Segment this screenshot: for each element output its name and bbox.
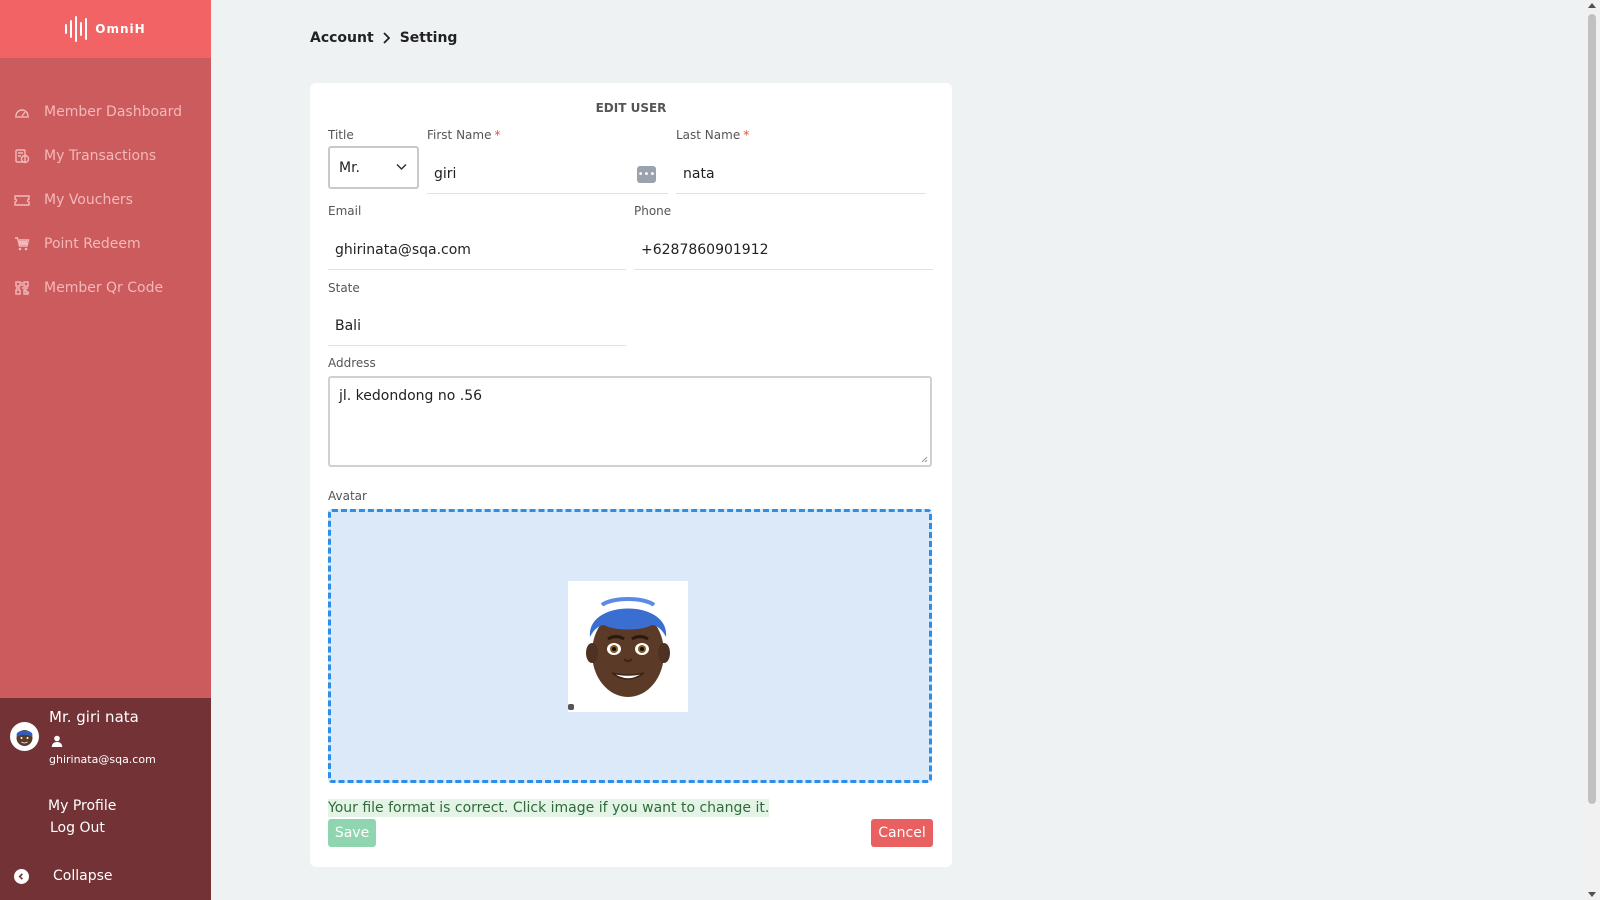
user-icon <box>51 735 63 747</box>
my-profile-link[interactable]: My Profile <box>48 798 116 814</box>
user-email: ghirinata@sqa.com <box>49 753 156 766</box>
logo-text: OmniH <box>95 22 146 36</box>
last-name-field[interactable]: nata <box>676 154 926 194</box>
phone-field[interactable]: +6287860901912 <box>634 230 933 270</box>
email-label: Email <box>328 204 362 218</box>
voucher-icon <box>14 195 30 206</box>
avatar[interactable] <box>10 722 39 751</box>
state-label: State <box>328 281 360 295</box>
avatar-dropzone[interactable] <box>328 509 932 783</box>
first-name-label-text: First Name <box>427 128 492 142</box>
user-name: Mr. giri nata <box>49 708 139 726</box>
address-textarea[interactable]: jl. kedondong no .56 <box>328 376 932 467</box>
title-select[interactable]: Mr. <box>328 146 419 189</box>
sidebar-item-member-qr-code[interactable]: Member Qr Code <box>0 266 211 310</box>
avatar-label: Avatar <box>328 489 367 503</box>
collapse-button[interactable]: Collapse <box>14 868 113 884</box>
address-label: Address <box>328 356 376 370</box>
save-button[interactable]: Save <box>328 819 376 847</box>
first-name-label: First Name * <box>427 128 500 142</box>
title-select-value: Mr. <box>339 159 360 176</box>
sidebar-item-label: Member Qr Code <box>44 280 164 296</box>
dashboard-icon <box>15 109 29 118</box>
sidebar-item-member-dashboard[interactable]: Member Dashboard <box>0 90 211 134</box>
scroll-down-icon[interactable] <box>1588 892 1596 897</box>
phone-label: Phone <box>634 204 672 218</box>
sidebar-item-my-transactions[interactable]: My Transactions <box>0 134 211 178</box>
state-field[interactable]: Bali <box>328 306 626 346</box>
logo-icon <box>65 15 88 43</box>
sidebar-item-label: My Vouchers <box>44 192 133 208</box>
sidebar-nav: Member Dashboard My Transactions My Vouc… <box>0 90 211 310</box>
avatar-marker <box>568 704 574 710</box>
sidebar-item-label: My Transactions <box>44 148 157 164</box>
more-icon[interactable]: ••• <box>637 166 656 183</box>
last-name-label: Last Name * <box>676 128 749 142</box>
chevron-down-icon <box>396 163 407 171</box>
sidebar-item-my-vouchers[interactable]: My Vouchers <box>0 178 211 222</box>
email-value: ghirinata@sqa.com <box>335 241 471 258</box>
chevron-right-icon <box>383 32 390 44</box>
required-marker: * <box>743 128 750 142</box>
file-status-message: Your file format is correct. Click image… <box>328 799 770 817</box>
sidebar: OmniH Member Dashboard My Transactions M… <box>0 0 211 900</box>
cancel-button[interactable]: Cancel <box>871 819 933 847</box>
arrow-left-icon <box>14 868 29 884</box>
scroll-up-icon[interactable] <box>1588 3 1596 8</box>
card-title: EDIT USER <box>595 101 667 115</box>
logo[interactable]: OmniH <box>0 0 211 58</box>
last-name-value: nata <box>683 165 715 182</box>
email-field[interactable]: ghirinata@sqa.com <box>328 230 626 270</box>
user-panel: Mr. giri nata ghirinata@sqa.com My Profi… <box>0 698 211 900</box>
title-label: Title <box>328 128 354 142</box>
sidebar-item-point-redeem[interactable]: Point Redeem <box>0 222 211 266</box>
scroll-thumb[interactable] <box>1588 14 1596 804</box>
avatar-image[interactable] <box>568 581 688 712</box>
resize-handle-icon[interactable] <box>921 456 928 463</box>
breadcrumb: Account Setting <box>310 30 457 46</box>
qr-code-icon <box>15 281 29 295</box>
phone-value: +6287860901912 <box>641 241 769 258</box>
first-name-field[interactable]: giri ••• <box>427 154 668 194</box>
state-value: Bali <box>335 317 361 334</box>
required-marker: * <box>494 128 501 142</box>
sidebar-item-label: Point Redeem <box>44 236 141 252</box>
edit-user-card: EDIT USER Title Mr. First Name * giri •••… <box>310 83 952 867</box>
last-name-label-text: Last Name <box>676 128 741 142</box>
cart-icon <box>15 237 30 251</box>
breadcrumb-current: Setting <box>399 30 458 46</box>
first-name-value: giri <box>434 165 457 182</box>
sidebar-item-label: Member Dashboard <box>44 104 182 120</box>
scrollbar[interactable] <box>1584 0 1600 900</box>
address-value: jl. kedondong no .56 <box>339 388 483 404</box>
collapse-label: Collapse <box>53 868 113 884</box>
log-out-link[interactable]: Log Out <box>50 820 105 836</box>
breadcrumb-parent[interactable]: Account <box>310 30 374 46</box>
transactions-icon <box>15 149 30 164</box>
